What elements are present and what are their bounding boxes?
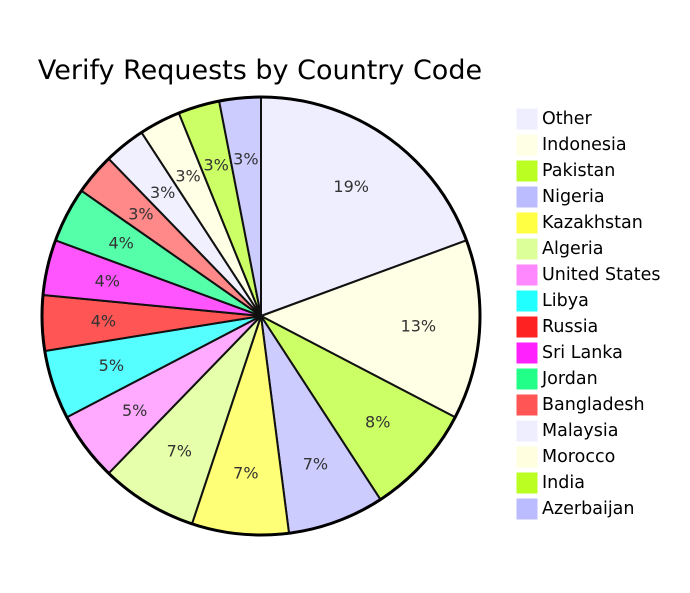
legend-label: Sri Lanka [542, 343, 623, 363]
legend-item-sri-lanka: Sri Lanka [515, 341, 623, 365]
legend-swatch [515, 367, 539, 391]
legend-item-azerbaijan: Azerbaijan [515, 497, 635, 521]
legend-label: India [542, 473, 585, 493]
legend-label: Indonesia [542, 135, 627, 155]
slice-label-sri-lanka: 4% [95, 271, 120, 290]
slice-label-indonesia: 13% [401, 317, 437, 336]
legend-label: Russia [542, 317, 598, 337]
legend-swatch [515, 341, 539, 365]
legend-swatch [515, 263, 539, 287]
legend-swatch [515, 211, 539, 235]
legend-swatch [515, 315, 539, 339]
legend-item-libya: Libya [515, 289, 589, 313]
slice-label-bangladesh: 3% [128, 204, 153, 223]
legend-item-india: India [515, 471, 585, 495]
slice-label-other: 19% [333, 177, 369, 196]
legend-label: Algeria [542, 239, 604, 259]
legend-item-morocco: Morocco [515, 445, 615, 469]
legend-item-russia: Russia [515, 315, 598, 339]
slice-label-kazakhstan: 7% [233, 463, 258, 482]
legend-swatch [515, 419, 539, 443]
legend-swatch [515, 133, 539, 157]
legend-label: Other [542, 109, 592, 129]
slice-label-algeria: 7% [167, 441, 192, 460]
legend-swatch [515, 185, 539, 209]
legend-item-pakistan: Pakistan [515, 159, 615, 183]
slice-label-jordan: 4% [109, 234, 134, 253]
slice-label-united-states: 5% [122, 401, 147, 420]
legend-swatch [515, 471, 539, 495]
slice-label-malaysia: 3% [150, 183, 175, 202]
slice-label-nigeria: 7% [303, 454, 328, 473]
legend-swatch [515, 393, 539, 417]
legend-swatch [515, 289, 539, 313]
slice-label-india: 3% [203, 155, 228, 174]
legend-label: Jordan [541, 369, 598, 389]
legend-label: United States [542, 265, 661, 285]
legend-item-algeria: Algeria [515, 237, 604, 261]
slice-label-pakistan: 8% [365, 413, 390, 432]
legend-item-kazakhstan: Kazakhstan [515, 211, 643, 235]
pie-chart: Verify Requests by Country Code 19% 13% 8%… [0, 0, 690, 593]
slice-label-azerbaijan: 3% [233, 150, 258, 169]
legend-item-jordan: Jordan [515, 367, 598, 391]
legend-label: Pakistan [542, 161, 615, 181]
slice-label-russia: 4% [91, 312, 116, 331]
legend-swatch [515, 237, 539, 261]
legend-label: Bangladesh [542, 395, 645, 415]
legend-swatch [515, 497, 539, 521]
legend-item-other: Other [515, 107, 592, 131]
legend-label: Libya [542, 291, 589, 311]
slice-label-morocco: 3% [175, 167, 200, 186]
legend-swatch [515, 159, 539, 183]
legend-label: Morocco [542, 447, 615, 467]
chart-title: Verify Requests by Country Code [38, 55, 482, 86]
slice-label-libya: 5% [99, 356, 124, 375]
legend-label: Malaysia [542, 421, 618, 441]
legend-item-united-states: United States [515, 263, 661, 287]
legend-label: Azerbaijan [542, 499, 635, 519]
legend-label: Nigeria [542, 187, 605, 207]
legend-item-nigeria: Nigeria [515, 185, 605, 209]
legend-swatch [515, 107, 539, 131]
legend-item-malaysia: Malaysia [515, 419, 618, 443]
legend-swatch [515, 445, 539, 469]
legend-item-bangladesh: Bangladesh [515, 393, 645, 417]
legend-item-indonesia: Indonesia [515, 133, 627, 157]
legend-label: Kazakhstan [542, 213, 643, 233]
